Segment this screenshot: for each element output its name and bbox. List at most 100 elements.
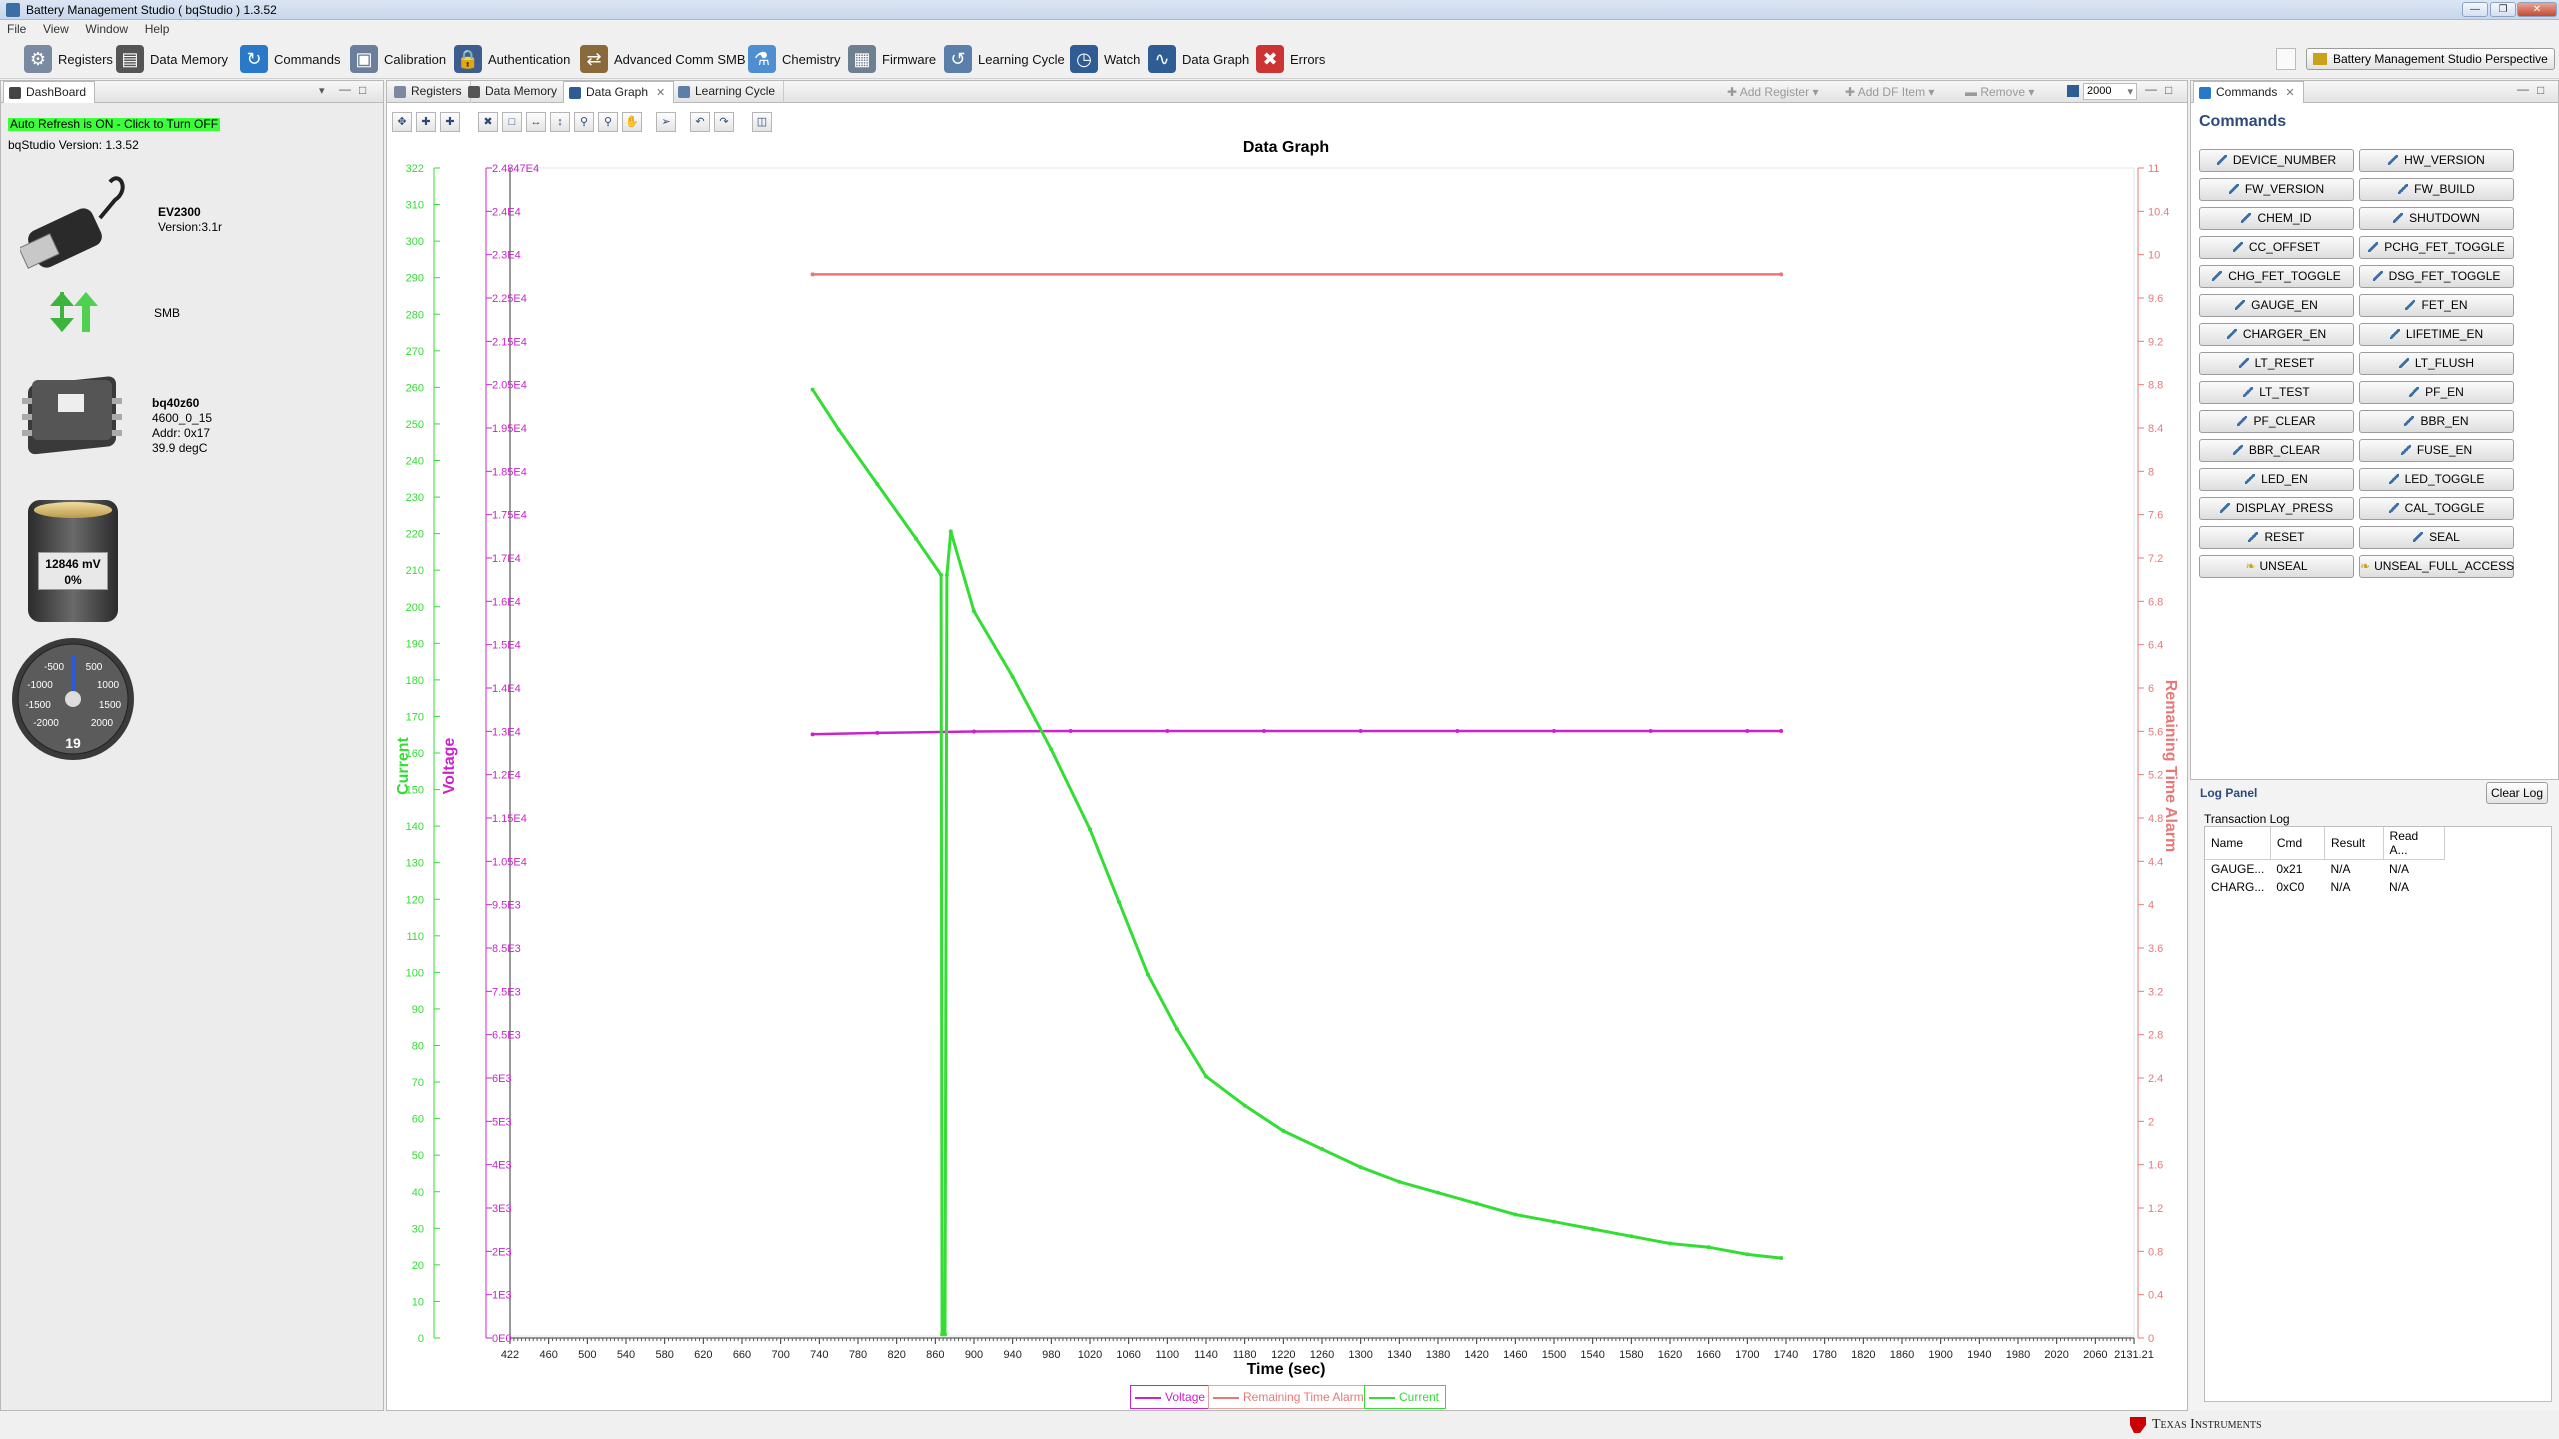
toolbar-registers[interactable]: ⚙ Registers bbox=[24, 43, 113, 75]
command-button-reset[interactable]: RESET bbox=[2199, 526, 2354, 549]
zoom-out-button[interactable]: ⚲ bbox=[598, 112, 618, 132]
toolbar-firmware[interactable]: ▦ Firmware bbox=[848, 43, 936, 75]
stretch-y-button[interactable]: ↕ bbox=[550, 112, 570, 132]
toolbar-commands[interactable]: ↻ Commands bbox=[240, 43, 340, 75]
command-button-fuse-en[interactable]: FUSE_EN bbox=[2359, 439, 2514, 462]
command-button-pchg-fet-toggle[interactable]: PCHG_FET_TOGGLE bbox=[2359, 236, 2514, 259]
maximize-view-icon[interactable]: □ bbox=[359, 83, 366, 97]
tab-dashboard[interactable]: DashBoard bbox=[3, 81, 96, 103]
tab-commands[interactable]: Commands ✕ bbox=[2193, 81, 2304, 103]
menu-file[interactable]: File bbox=[0, 20, 32, 36]
close-button[interactable]: ✕ bbox=[2517, 2, 2557, 17]
y-tick-label: 210 bbox=[406, 565, 424, 577]
view-menu-icon[interactable]: ▾ bbox=[319, 84, 325, 97]
x-tick-label: 1740 bbox=[1774, 1349, 1798, 1361]
command-button-bbr-clear[interactable]: BBR_CLEAR bbox=[2199, 439, 2354, 462]
command-button-lt-reset[interactable]: LT_RESET bbox=[2199, 352, 2354, 375]
command-button-lifetime-en[interactable]: LIFETIME_EN bbox=[2359, 323, 2514, 346]
toolbar-data-memory[interactable]: ▤ Data Memory bbox=[116, 43, 228, 75]
tab-registers[interactable]: Registers bbox=[389, 81, 471, 103]
toolbar-label: Data Memory bbox=[150, 51, 229, 67]
clear-log-button[interactable]: Clear Log bbox=[2486, 782, 2548, 804]
toolbar-advanced-comm-smb[interactable]: ⇄ Advanced Comm SMB bbox=[580, 43, 746, 75]
undo-button[interactable]: ↶ bbox=[690, 112, 710, 132]
maximize-view-icon[interactable]: □ bbox=[2165, 83, 2172, 97]
toolbar-errors[interactable]: ✖ Errors bbox=[1256, 43, 1325, 75]
command-button-gauge-en[interactable]: GAUGE_EN bbox=[2199, 294, 2354, 317]
column-header-cmd[interactable]: Cmd bbox=[2270, 827, 2326, 860]
redo-button[interactable]: ↷ bbox=[714, 112, 734, 132]
toolbar-data-graph[interactable]: ∿ Data Graph bbox=[1148, 43, 1249, 75]
snapshot-button[interactable]: ◫ bbox=[752, 112, 772, 132]
zoom-in-button[interactable]: ⚲ bbox=[574, 112, 594, 132]
pan-tool-button[interactable]: ✥ bbox=[392, 112, 412, 132]
minimize-view-icon[interactable]: — bbox=[2145, 82, 2157, 96]
command-button-pf-en[interactable]: PF_EN bbox=[2359, 381, 2514, 404]
command-button-display-press[interactable]: DISPLAY_PRESS bbox=[2199, 497, 2354, 520]
legend-voltage[interactable]: Voltage bbox=[1130, 1385, 1213, 1409]
command-button-led-en[interactable]: LED_EN bbox=[2199, 468, 2354, 491]
command-button-chem-id[interactable]: CHEM_ID bbox=[2199, 207, 2354, 230]
zoom-box-button[interactable]: □ bbox=[502, 112, 522, 132]
command-button-led-toggle[interactable]: LED_TOGGLE bbox=[2359, 468, 2514, 491]
menu-help[interactable]: Help bbox=[138, 20, 176, 36]
tab-learning-cycle[interactable]: Learning Cycle bbox=[673, 81, 785, 103]
command-button-hw-version[interactable]: HW_VERSION bbox=[2359, 149, 2514, 172]
perspective-button[interactable]: Battery Management Studio Perspective bbox=[2306, 48, 2555, 70]
legend-current[interactable]: Current bbox=[1364, 1385, 1447, 1409]
command-button-device-number[interactable]: DEVICE_NUMBER bbox=[2199, 149, 2354, 172]
command-button-lt-test[interactable]: LT_TEST bbox=[2199, 381, 2354, 404]
command-button-unseal-full-access[interactable]: ❧ UNSEAL_FULL_ACCESS bbox=[2359, 555, 2514, 578]
command-button-seal[interactable]: SEAL bbox=[2359, 526, 2514, 549]
y-tick-label: 250 bbox=[406, 419, 424, 431]
restore-button[interactable]: ❐ bbox=[2490, 2, 2516, 17]
column-header-name[interactable]: Name bbox=[2205, 827, 2271, 860]
minimize-button[interactable]: — bbox=[2462, 2, 2488, 17]
minimize-view-icon[interactable]: — bbox=[339, 82, 351, 96]
command-button-cal-toggle[interactable]: CAL_TOGGLE bbox=[2359, 497, 2514, 520]
table-row[interactable]: CHARG... 0xC0 N/A N/A bbox=[2205, 878, 2445, 896]
zoom-x-button[interactable]: ✚ bbox=[416, 112, 436, 132]
toolbar-calibration[interactable]: ▣ Calibration bbox=[350, 43, 446, 75]
command-button-pf-clear[interactable]: PF_CLEAR bbox=[2199, 410, 2354, 433]
maximize-view-icon[interactable]: □ bbox=[2537, 83, 2544, 97]
toolbar-chemistry[interactable]: ⚗ Chemistry bbox=[748, 43, 841, 75]
command-button-cc-offset[interactable]: CC_OFFSET bbox=[2199, 236, 2354, 259]
command-button-bbr-en[interactable]: BBR_EN bbox=[2359, 410, 2514, 433]
column-header-read[interactable]: Read A... bbox=[2383, 827, 2446, 860]
command-button-charger-en[interactable]: CHARGER_EN bbox=[2199, 323, 2354, 346]
command-button-fet-en[interactable]: FET_EN bbox=[2359, 294, 2514, 317]
hand-tool-button[interactable]: ✋ bbox=[622, 112, 642, 132]
command-button-lt-flush[interactable]: LT_FLUSH bbox=[2359, 352, 2514, 375]
zoom-y-button[interactable]: ✚ bbox=[440, 112, 460, 132]
command-button-fw-version[interactable]: FW_VERSION bbox=[2199, 178, 2354, 201]
close-tab-icon[interactable]: ✕ bbox=[2285, 87, 2294, 99]
clear-graph-button[interactable]: ✖ bbox=[478, 112, 498, 132]
toolbar-learning-cycle[interactable]: ↺ Learning Cycle bbox=[944, 43, 1065, 75]
column-header-result[interactable]: Result bbox=[2324, 827, 2384, 860]
tab-data-graph[interactable]: Data Graph ✕ bbox=[563, 81, 675, 103]
tab-data-memory[interactable]: Data Memory bbox=[463, 81, 567, 103]
close-tab-icon[interactable]: ✕ bbox=[656, 87, 665, 99]
toolbar-watch[interactable]: ◷ Watch bbox=[1070, 43, 1140, 75]
menu-view[interactable]: View bbox=[36, 20, 75, 36]
command-button-chg-fet-toggle[interactable]: CHG_FET_TOGGLE bbox=[2199, 265, 2354, 288]
table-row[interactable]: GAUGE... 0x21 N/A N/A bbox=[2205, 860, 2445, 879]
minimize-view-icon[interactable]: — bbox=[2517, 82, 2529, 96]
open-perspective-button[interactable] bbox=[2276, 48, 2296, 70]
command-button-fw-build[interactable]: FW_BUILD bbox=[2359, 178, 2514, 201]
remove-button[interactable]: ▬ Remove ▾ bbox=[1965, 85, 2034, 99]
wand-icon bbox=[2409, 387, 2420, 397]
legend-remaining-time-alarm[interactable]: Remaining Time Alarm bbox=[1208, 1385, 1371, 1409]
pointer-tool-button[interactable]: ➢ bbox=[656, 112, 676, 132]
auto-refresh-toggle[interactable]: Auto Refresh is ON - Click to Turn OFF bbox=[8, 118, 221, 131]
command-button-dsg-fet-toggle[interactable]: DSG_FET_TOGGLE bbox=[2359, 265, 2514, 288]
add-register-button[interactable]: ✚ Add Register ▾ bbox=[1727, 85, 1818, 99]
add-df-item-button[interactable]: ✚ Add DF Item ▾ bbox=[1845, 85, 1934, 99]
command-button-shutdown[interactable]: SHUTDOWN bbox=[2359, 207, 2514, 230]
stretch-x-button[interactable]: ↔ bbox=[526, 112, 546, 132]
command-button-unseal[interactable]: ❧ UNSEAL bbox=[2199, 555, 2354, 578]
menu-window[interactable]: Window bbox=[78, 20, 134, 36]
toolbar-authentication[interactable]: 🔒 Authentication bbox=[454, 43, 570, 75]
interval-select[interactable]: 2000 ▾ bbox=[2083, 83, 2137, 100]
